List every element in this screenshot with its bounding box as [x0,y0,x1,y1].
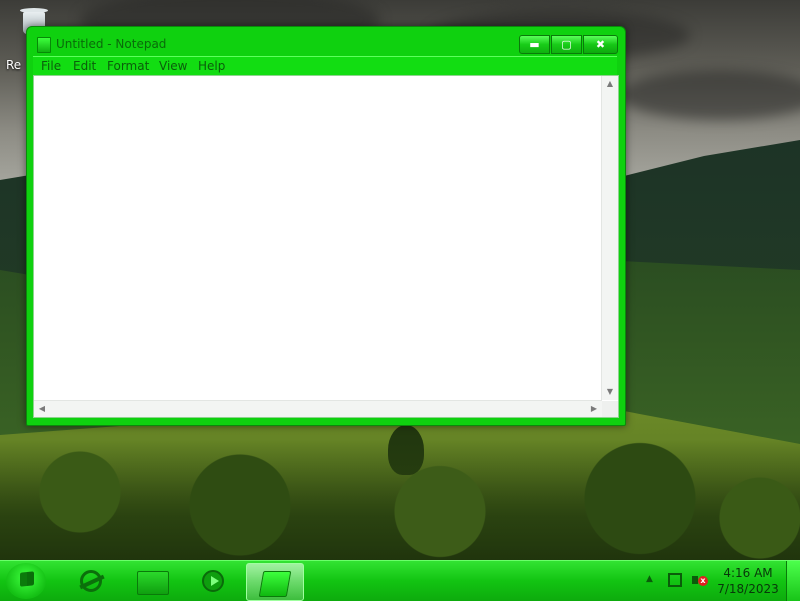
clock[interactable]: 4:16 AM 7/18/2023 [716,565,780,597]
start-button[interactable] [6,563,46,599]
scroll-left-icon[interactable]: ◀ [34,401,50,417]
show-desktop-button[interactable] [786,561,800,601]
taskbar-notepad[interactable] [246,563,304,601]
minimize-icon: ▬ [529,38,540,51]
media-player-icon [202,570,224,592]
notepad-icon [258,571,292,597]
scroll-up-icon[interactable]: ▲ [602,76,618,92]
text-editor[interactable]: ▲ ▼ ◀ ▶ [33,75,619,418]
vertical-scrollbar[interactable]: ▲ ▼ [601,76,618,400]
taskbar-internet-explorer[interactable] [64,563,120,599]
desktop-icon-label: Re [6,58,22,72]
resize-grip-icon[interactable] [602,401,618,417]
minimize-button[interactable]: ▬ [519,35,550,54]
clock-time: 4:16 AM [723,566,773,580]
close-button[interactable]: ✖ [583,35,618,54]
menu-help[interactable]: Help [198,59,225,73]
taskbar-file-explorer[interactable] [124,563,180,599]
clock-date: 7/18/2023 [717,582,779,596]
taskbar-media-player[interactable] [184,563,240,599]
horizontal-scrollbar[interactable]: ◀ ▶ [34,400,602,417]
internet-explorer-icon [80,570,102,592]
menu-format[interactable]: Format [107,59,149,73]
foreground-trees [0,440,800,570]
menu-edit[interactable]: Edit [73,59,96,73]
maximize-button[interactable]: ▢ [551,35,582,54]
notepad-app-icon[interactable] [37,37,51,53]
close-icon: ✖ [595,38,606,51]
title-bar[interactable]: Untitled - Notepad ▬ ▢ ✖ [27,27,625,57]
window-title: Untitled - Notepad [56,37,167,51]
scroll-right-icon[interactable]: ▶ [586,401,602,417]
menu-view[interactable]: View [159,59,187,73]
menu-bar: File Edit Format View Help [33,56,617,76]
notepad-window: Untitled - Notepad ▬ ▢ ✖ File Edit Forma… [26,26,626,426]
taskbar: ▲ x 4:16 AM 7/18/2023 [0,560,800,601]
menu-file[interactable]: File [41,59,61,73]
network-icon[interactable] [668,573,682,587]
windows-logo-icon [20,571,34,587]
volume-muted-icon[interactable]: x [692,573,708,587]
scroll-down-icon[interactable]: ▼ [602,384,618,400]
folder-icon [137,571,169,595]
maximize-icon: ▢ [561,38,572,51]
show-hidden-icons-icon[interactable]: ▲ [646,574,653,584]
